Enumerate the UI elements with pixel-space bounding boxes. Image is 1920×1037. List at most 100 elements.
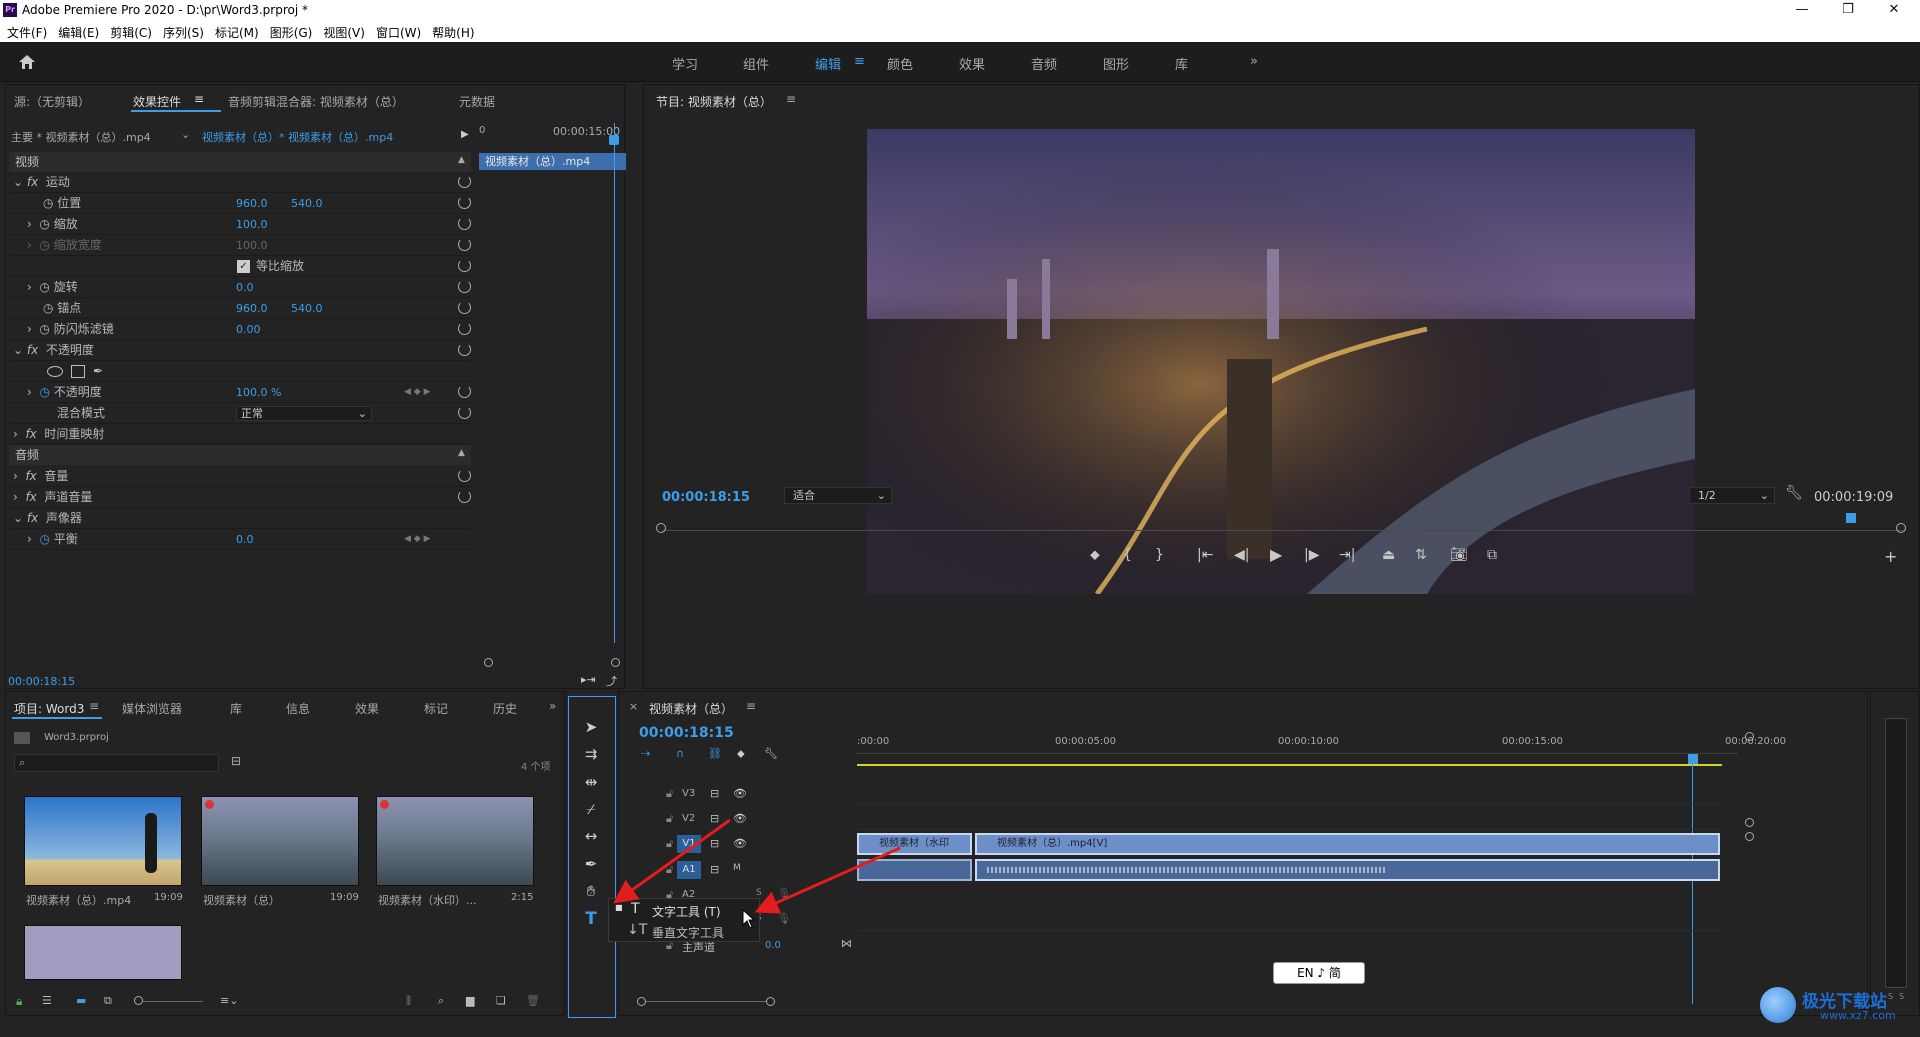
find-icon[interactable]: ⌕	[438, 994, 444, 1008]
tab-project[interactable]: 项目: Word3	[14, 700, 84, 717]
blend-mode-dropdown[interactable]: 正常 ⌄	[236, 406, 372, 421]
effect-row-time-remap[interactable]: › fx 时间重映射	[9, 424, 471, 445]
keyframe-nav-icon[interactable]: ◀ ◆ ▶	[404, 382, 431, 403]
menu-help[interactable]: 帮助(H)	[428, 20, 478, 41]
rectangle-mask-icon[interactable]	[71, 365, 85, 378]
tab-info[interactable]: 信息	[286, 700, 310, 717]
horizontal-zoom-bar[interactable]	[646, 1001, 766, 1002]
effect-row-panner[interactable]: ⌄ fx 声像器	[9, 508, 471, 529]
reset-icon[interactable]	[458, 280, 471, 293]
tab-metadata[interactable]: 元数据	[459, 93, 495, 110]
master-clip-label[interactable]: 主要 * 视频素材（总）.mp4	[11, 129, 151, 145]
step-back-icon[interactable]: ◀|	[1234, 547, 1249, 563]
timeline-clip-main-video[interactable]: 视频素材（总）.mp4[V]	[975, 833, 1720, 855]
scroll-up-icon[interactable]: ▲	[458, 155, 465, 165]
effect-timecode[interactable]: 00:00:18:15	[8, 675, 75, 688]
zoom-handle-right[interactable]	[766, 997, 775, 1006]
menu-window[interactable]: 窗口(W)	[372, 20, 425, 41]
workspace-menu-icon[interactable]: ≡	[854, 54, 865, 69]
effect-row-balance[interactable]: › ◷ 平衡 0.0 ◀ ◆ ▶	[9, 529, 471, 550]
scale-value[interactable]: 100.0	[236, 214, 268, 235]
reset-icon[interactable]	[458, 469, 471, 482]
workspace-graphics[interactable]: 图形	[1103, 54, 1129, 73]
effect-row-opacity-section[interactable]: ⌄ fx 不透明度	[9, 340, 471, 361]
effect-row-channel-volume[interactable]: › fx 声道音量	[9, 487, 471, 508]
vertical-zoom-handle[interactable]	[1745, 732, 1754, 741]
reset-icon[interactable]	[458, 196, 471, 209]
workspace-libraries[interactable]: 库	[1175, 54, 1188, 73]
vertical-zoom-handle[interactable]	[1745, 818, 1754, 827]
workspace-more-button[interactable]: »	[1250, 54, 1258, 69]
panel-menu-icon[interactable]: ≡	[89, 699, 99, 713]
close-tab-icon[interactable]: ×	[629, 700, 638, 713]
keyframe-nav-icon[interactable]: ◀ ◆ ▶	[404, 529, 431, 550]
tab-effect-controls[interactable]: 效果控件	[133, 93, 181, 110]
zoom-handle-left[interactable]	[637, 997, 646, 1006]
effect-row-anchor[interactable]: ◷ 锚点 960.0 540.0	[9, 298, 471, 319]
selection-tool-icon[interactable]: ➤	[575, 715, 607, 739]
master-volume-value[interactable]: 0.0	[765, 940, 781, 951]
maximize-button[interactable]: ❐	[1828, 0, 1868, 20]
workspace-audio[interactable]: 音频	[1031, 54, 1057, 73]
play-button[interactable]: ▶	[1270, 545, 1282, 564]
anchor-x-value[interactable]: 960.0	[236, 298, 268, 319]
zoom-slider-handle[interactable]	[134, 996, 143, 1005]
go-to-out-icon[interactable]: ⇥|	[1339, 547, 1355, 563]
extract-icon[interactable]: ⇅	[1415, 547, 1427, 563]
reset-icon[interactable]	[458, 490, 471, 503]
step-forward-icon[interactable]: |▶	[1304, 547, 1319, 563]
workspace-learn[interactable]: 学习	[672, 54, 698, 73]
tab-audio-mixer[interactable]: 音频剪辑混合器: 视频素材（总）	[228, 93, 404, 110]
panel-menu-icon[interactable]: ≡	[786, 92, 796, 106]
new-item-icon[interactable]: ❏	[496, 994, 506, 1007]
pen-mask-icon[interactable]: ✒	[93, 361, 103, 382]
mini-timeline-clip[interactable]: 视频素材（总）.mp4	[479, 153, 626, 170]
effect-row-volume[interactable]: › fx 音量	[9, 466, 471, 487]
lock-icon[interactable]: 🔓︎	[666, 787, 673, 801]
program-playhead-timecode[interactable]: 00:00:18:15	[662, 490, 750, 505]
reset-icon[interactable]	[458, 175, 471, 188]
program-scrub-bar[interactable]	[662, 530, 1905, 531]
tab-source[interactable]: 源:（无剪辑）	[14, 93, 90, 110]
track-select-tool-icon[interactable]: ⇉	[575, 742, 607, 766]
anchor-y-value[interactable]: 540.0	[291, 298, 323, 319]
wrench-icon[interactable]: 🔧︎	[1785, 485, 1803, 501]
zoom-handle-left[interactable]	[484, 658, 493, 667]
work-area-bar[interactable]	[857, 764, 1722, 766]
list-view-icon[interactable]: ☰	[42, 994, 52, 1007]
menu-edit[interactable]: 编辑(E)	[54, 20, 103, 41]
add-marker-icon[interactable]: ⬥	[737, 747, 745, 761]
reset-icon[interactable]	[458, 385, 471, 398]
menu-sequence[interactable]: 序列(S)	[159, 20, 208, 41]
panel-menu-icon[interactable]: ≡	[746, 699, 756, 713]
mark-in-icon[interactable]: {	[1123, 547, 1132, 563]
tab-history[interactable]: 历史	[493, 700, 521, 717]
linked-selection-icon[interactable]: ⛓︎	[708, 747, 722, 760]
rotation-value[interactable]: 0.0	[236, 277, 254, 298]
go-to-in-icon[interactable]: |⇤	[1197, 547, 1213, 563]
icon-view-icon[interactable]: ▬	[76, 994, 86, 1007]
effect-row-rotation[interactable]: › ◷ 旋转 0.0	[9, 277, 471, 298]
position-y-value[interactable]: 540.0	[291, 193, 323, 214]
program-video-frame[interactable]	[867, 129, 1695, 594]
fit-dropdown[interactable]: 适合 ⌄	[784, 487, 892, 504]
export-icon[interactable]: ⤴	[606, 673, 617, 689]
track-label-v3[interactable]: V3	[682, 788, 695, 799]
mark-out-icon[interactable]: }	[1155, 547, 1164, 563]
more-tabs-icon[interactable]: »	[549, 699, 556, 713]
effect-row-position[interactable]: ◷ 位置 960.0 540.0	[9, 193, 471, 214]
thumbnail-clip-4[interactable]	[24, 925, 182, 980]
new-bin-from-search-icon[interactable]: ⊟	[231, 754, 241, 768]
program-title[interactable]: 节目: 视频素材（总）	[656, 93, 772, 110]
effect-row-opacity[interactable]: › ◷ 不透明度 100.0 % ◀ ◆ ▶	[9, 382, 471, 403]
reset-icon[interactable]	[458, 301, 471, 314]
reset-icon[interactable]	[458, 238, 471, 251]
sequence-clip-label[interactable]: 视频素材（总）* 视频素材（总）.mp4	[202, 129, 393, 145]
chevron-down-icon[interactable]: ⌄	[181, 128, 190, 141]
reset-icon[interactable]	[458, 259, 471, 272]
thumbnail-clip-1[interactable]	[24, 796, 182, 886]
clip-1-name[interactable]: 视频素材（总）.mp4	[26, 892, 131, 908]
workspace-effects[interactable]: 效果	[959, 54, 985, 73]
lift-icon[interactable]: ⏏	[1382, 547, 1395, 563]
play-icon[interactable]: ▶	[461, 129, 469, 140]
